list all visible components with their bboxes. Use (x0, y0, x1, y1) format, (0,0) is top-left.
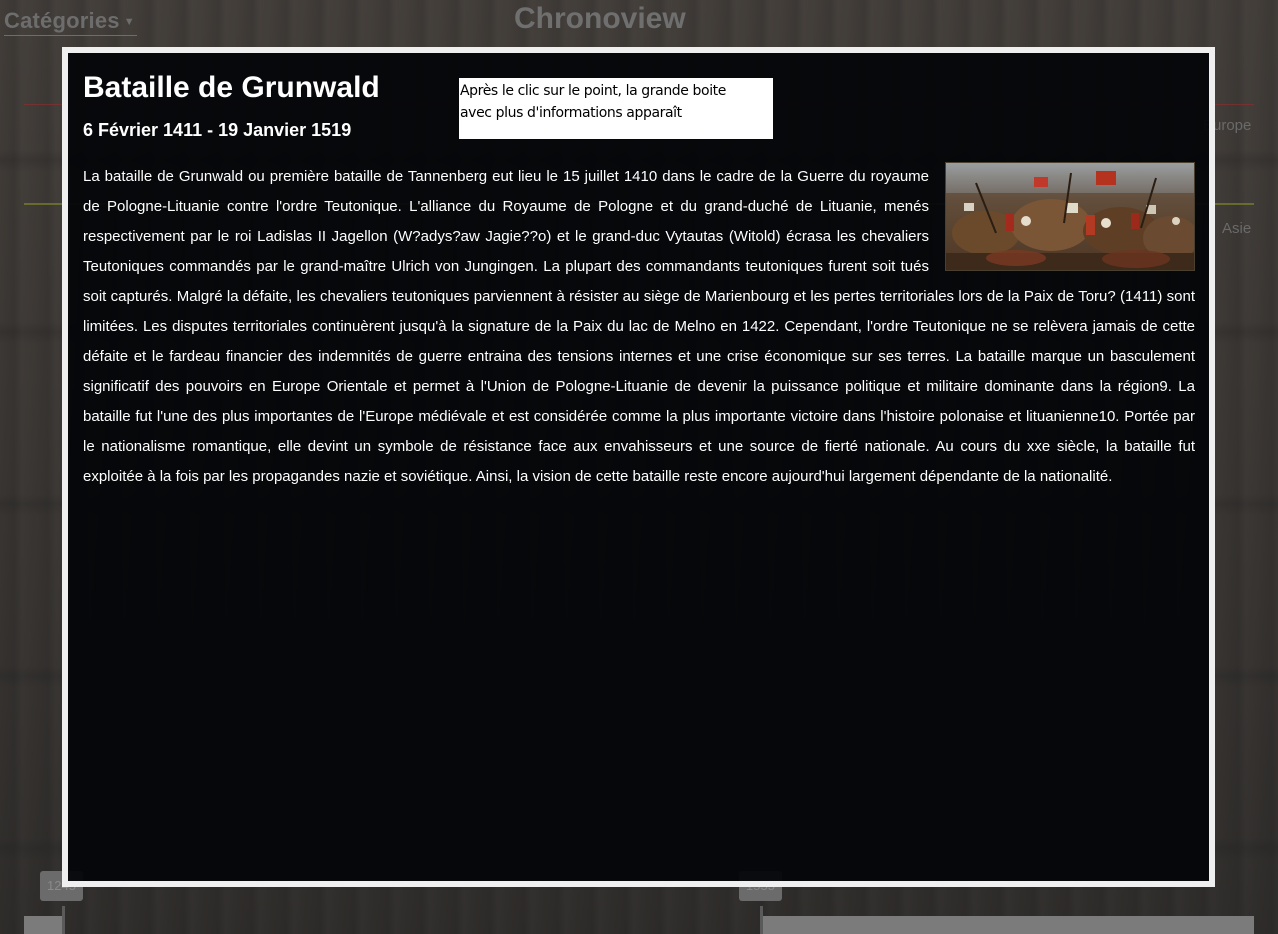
categories-label: Catégories (4, 8, 120, 33)
timeline-slider-track-left[interactable] (24, 916, 64, 934)
slider-handle-end[interactable] (760, 906, 763, 934)
app-title: Chronoview (514, 2, 686, 35)
timeline-slider-track-right[interactable] (760, 916, 1254, 934)
battle-painting-image (945, 162, 1195, 271)
event-body: La bataille de Grunwald ou première bata… (83, 162, 1195, 492)
annotation-note: Après le clic sur le point, la grande bo… (459, 78, 773, 139)
caret-down-icon: ▼ (123, 16, 135, 29)
lane-label-asie: Asie (1222, 220, 1252, 237)
slider-handle-start[interactable] (62, 906, 65, 934)
categories-dropdown[interactable]: Catégories ▼ (4, 8, 137, 36)
event-detail-modal[interactable]: Bataille de Grunwald 6 Février 1411 - 19… (62, 47, 1215, 887)
